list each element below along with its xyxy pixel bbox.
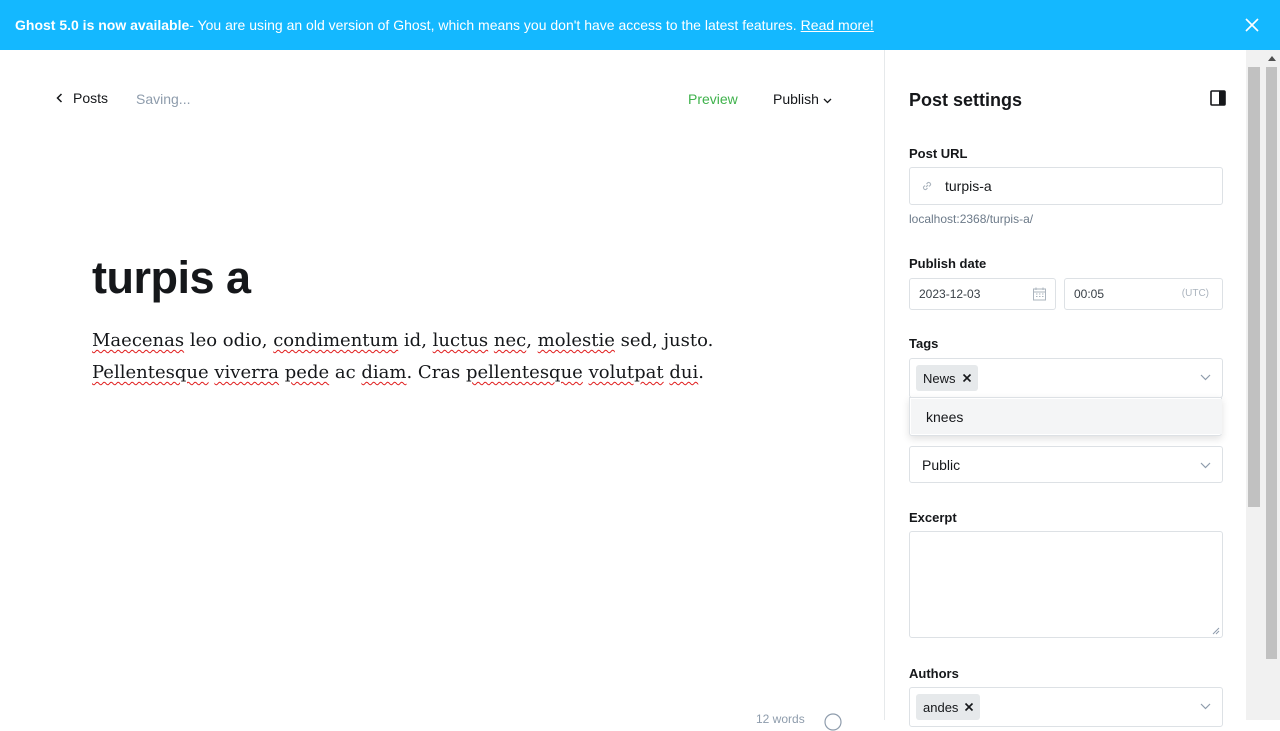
visibility-value: Public (922, 456, 961, 473)
publish-label: Publish (773, 91, 819, 107)
post-title[interactable]: turpis a (92, 252, 251, 304)
misspelled-word: Pellentesque (92, 362, 209, 383)
sidebar-toggle-icon[interactable] (1210, 90, 1226, 106)
misspelled-word: pede (284, 362, 330, 383)
page-scrollbar-thumb[interactable] (1266, 67, 1277, 659)
panel-scrollbar-thumb[interactable] (1248, 67, 1260, 507)
link-icon (922, 181, 932, 191)
resize-handle-icon[interactable] (1212, 627, 1220, 635)
preview-button[interactable]: Preview (688, 91, 738, 107)
misspelled-word: diam (361, 362, 407, 383)
misspelled-word: luctus (432, 330, 489, 351)
misspelled-word: nec (493, 330, 527, 351)
panel-title: Post settings (909, 90, 1023, 110)
body-text: id, (398, 330, 433, 351)
author-chip: andes (916, 694, 981, 720)
chevron-down-icon (1200, 462, 1211, 469)
chevron-down-icon[interactable] (1200, 374, 1211, 381)
body-text: . Cras (406, 362, 466, 383)
misspelled-word: dui (669, 362, 699, 383)
editor-area: Posts Saving... Preview Publish turpis a… (0, 50, 884, 731)
remove-author-icon[interactable] (964, 702, 974, 712)
chevron-down-icon[interactable] (1200, 703, 1211, 710)
post-settings-panel: Post settings Post URL turpis-a localhos… (884, 50, 1246, 727)
excerpt-label: Excerpt (909, 510, 957, 525)
misspelled-word: pellentesque (466, 362, 583, 383)
tag-option[interactable]: knees (911, 399, 1222, 434)
editor-header: Posts Saving... Preview Publish (0, 50, 884, 148)
post-url-label: Post URL (909, 146, 968, 161)
authors-input[interactable]: andes (909, 687, 1223, 727)
misspelled-word: molestie (537, 330, 615, 351)
misspelled-word: viverra (214, 362, 280, 383)
authors-label: Authors (909, 666, 959, 681)
banner-read-more-link[interactable]: Read more! (801, 17, 874, 33)
publish-date-input[interactable]: 2023-12-03 (909, 278, 1056, 310)
post-url-input[interactable]: turpis-a (909, 167, 1223, 205)
visibility-select[interactable]: Public (909, 446, 1223, 483)
misspelled-word: Maecenas (92, 330, 185, 351)
timezone-label: (UTC) (1181, 288, 1209, 299)
page-scrollbar[interactable] (1263, 50, 1280, 720)
word-count: 12 words (756, 712, 805, 726)
banner-title: Ghost 5.0 is now available (15, 17, 190, 33)
calendar-icon[interactable] (1033, 287, 1046, 301)
back-to-posts-link[interactable]: Posts (56, 90, 108, 106)
body-text: ac (329, 362, 362, 383)
tag-chip: News (916, 365, 978, 391)
body-text: , (526, 330, 538, 351)
back-label: Posts (73, 90, 109, 106)
misspelled-word: condimentum (273, 330, 399, 351)
author-chip-label: andes (923, 699, 959, 715)
banner-message: - You are using an old version of Ghost,… (189, 17, 797, 33)
post-body[interactable]: Maecenas leo odio, condimentum id, luctu… (92, 325, 732, 389)
time-value: 00:05 (1074, 287, 1105, 301)
update-banner: Ghost 5.0 is now available - You are usi… (0, 0, 1280, 50)
close-icon[interactable] (1242, 15, 1262, 35)
tags-label: Tags (909, 336, 939, 351)
publish-button[interactable]: Publish (773, 91, 832, 107)
post-url-preview: localhost:2368/turpis-a/ (909, 212, 1034, 226)
body-text: . (698, 362, 704, 383)
tags-input[interactable]: News (909, 358, 1223, 398)
body-text: sed, justo. (614, 330, 714, 351)
remove-tag-icon[interactable] (962, 373, 972, 383)
save-status: Saving... (136, 91, 191, 107)
excerpt-textarea[interactable] (909, 531, 1223, 638)
tag-chip-label: News (923, 370, 956, 386)
misspelled-word: volutpat (588, 362, 664, 383)
chevron-left-icon (56, 93, 63, 103)
post-url-value: turpis-a (945, 178, 992, 194)
body-text: leo odio, (184, 330, 274, 351)
chevron-down-icon (823, 98, 832, 103)
publish-date-label: Publish date (909, 256, 987, 271)
tags-dropdown: knees (909, 397, 1222, 436)
scroll-up-arrow-icon[interactable] (1268, 55, 1276, 61)
publish-time-input[interactable]: 00:05 (UTC) (1064, 278, 1223, 310)
date-value: 2023-12-03 (919, 287, 981, 301)
panel-scrollbar[interactable] (1246, 50, 1263, 720)
help-icon[interactable] (824, 713, 842, 731)
